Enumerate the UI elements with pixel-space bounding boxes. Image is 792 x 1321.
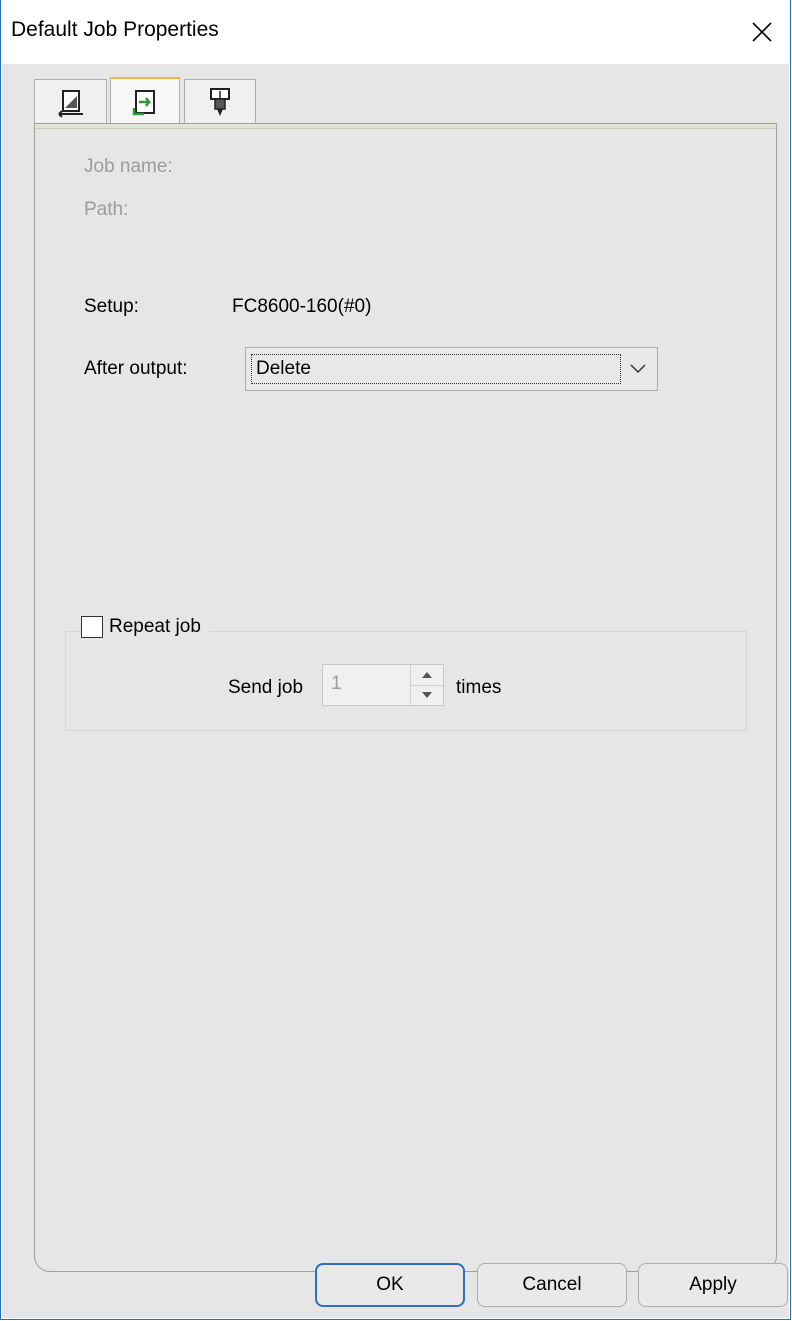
spinner-up-button[interactable] xyxy=(411,665,443,686)
times-label: times xyxy=(456,677,502,698)
apply-button[interactable]: Apply xyxy=(638,1263,788,1307)
after-output-selected: Delete xyxy=(251,354,621,384)
title-bar: Default Job Properties xyxy=(1,0,790,64)
job-name-label: Job name: xyxy=(84,156,173,177)
spinner-buttons xyxy=(410,665,443,705)
dropdown-arrow[interactable] xyxy=(619,348,657,390)
close-button[interactable] xyxy=(734,0,790,64)
dialog-client-area: Job name: Path: Setup: FC8600-160(#0) Af… xyxy=(2,64,789,1318)
tab-print-head[interactable] xyxy=(184,79,256,125)
tab-panel-output: Job name: Path: Setup: FC8600-160(#0) Af… xyxy=(34,123,777,1272)
spinner-down-button[interactable] xyxy=(411,685,443,705)
arrow-up-icon xyxy=(422,672,432,678)
tab-page-layout[interactable] xyxy=(34,79,107,125)
path-label: Path: xyxy=(84,199,129,220)
send-job-label: Send job xyxy=(228,677,304,698)
dialog-window: Default Job Properties Job name: Path: S… xyxy=(0,0,791,1320)
tab-output[interactable] xyxy=(110,77,180,127)
repeat-job-label: Repeat job xyxy=(109,616,201,637)
send-job-count-spinner[interactable]: 1 xyxy=(322,664,444,706)
arrow-down-icon xyxy=(422,692,432,698)
cancel-button[interactable]: Cancel xyxy=(477,1263,627,1307)
setup-value: FC8600-160(#0) xyxy=(232,296,372,317)
setup-label: Setup: xyxy=(84,296,139,317)
repeat-job-checkbox[interactable]: Repeat job xyxy=(81,616,209,638)
output-arrow-icon xyxy=(132,90,155,116)
page-layout-icon xyxy=(57,89,83,118)
after-output-dropdown[interactable]: Delete xyxy=(245,347,658,391)
print-head-icon xyxy=(210,87,230,116)
window-title: Default Job Properties xyxy=(11,18,219,41)
checkbox-box[interactable] xyxy=(81,616,103,638)
chevron-down-icon xyxy=(630,364,646,374)
send-job-count: 1 xyxy=(331,673,342,694)
after-output-label: After output: xyxy=(84,358,188,379)
close-icon xyxy=(752,22,772,42)
ok-button[interactable]: OK xyxy=(315,1263,465,1307)
panel-divider xyxy=(35,124,776,129)
